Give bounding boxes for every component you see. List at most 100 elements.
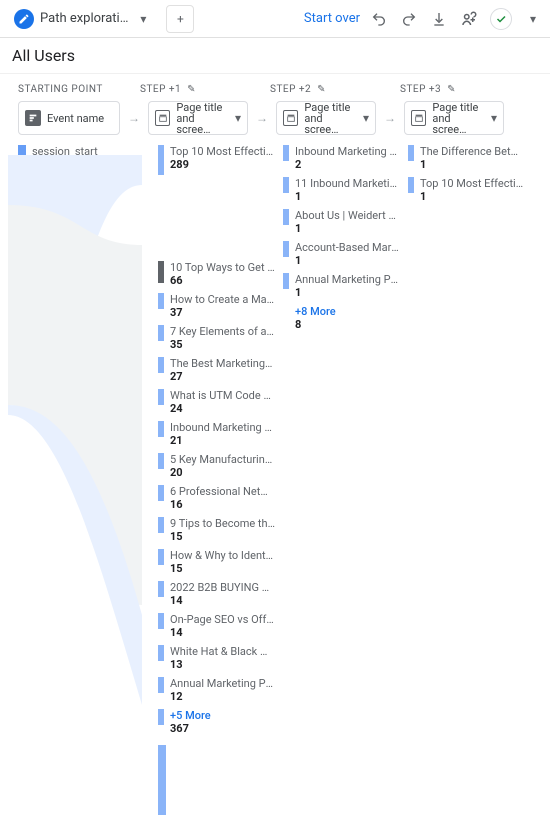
pencil-icon[interactable]: ✎ [317,84,326,95]
node-bar [158,645,164,661]
page-icon [283,110,298,126]
node-bar [158,261,164,283]
start-over-link[interactable]: Start over [304,11,360,26]
arrow-icon: → [120,111,148,125]
node-value: 35 [170,338,275,351]
pencil-icon[interactable]: ✎ [447,84,456,95]
tab-chip[interactable]: Path explorati… ▾ [8,5,158,33]
add-tab-button[interactable]: + [166,5,194,33]
node-bar [283,209,289,225]
path-node[interactable]: The Best Marketing Bu…27 [158,357,283,383]
status-check-icon[interactable] [490,8,512,30]
node-bar [158,485,164,501]
node-label: On-Page SEO vs Off-P… [170,613,275,626]
node-label: How & Why to Identify … [170,549,275,562]
path-node[interactable]: 9 Tips to Become the …15 [158,517,283,543]
path-node[interactable]: How & Why to Identify …15 [158,549,283,575]
node-label: The Difference Betwee… [420,145,525,158]
node-value: 1 [420,190,525,203]
node-label: session_start [32,145,98,158]
undo-icon[interactable] [370,10,388,28]
header-step-1[interactable]: STEP +1 ✎ [140,84,270,95]
path-node[interactable]: 10 Top Ways to Get M…66 [158,261,283,287]
node-label: 7 Key Elements of a Q… [170,325,275,338]
pencil-icon[interactable]: ✎ [187,84,196,95]
node-value: 14 [170,626,275,639]
edit-icon [14,9,34,29]
columns-header: STARTING POINT STEP +1 ✎ STEP +2 ✎ STEP … [0,74,550,101]
node-value: 367 [170,722,211,735]
node-label: Annual Marketing Plan … [295,273,400,286]
page-icon [411,110,426,126]
node-value: 21 [170,434,275,447]
path-node[interactable]: White Hat & Black Hat …13 [158,645,283,671]
path-node[interactable]: The Difference Betwee…1 [408,145,533,171]
header-step-3[interactable]: STEP +3 ✎ [400,84,530,95]
tab-title: Path explorati… [40,11,128,26]
node-bar [158,389,164,405]
path-node[interactable]: Account-Based Market…1 [283,241,408,267]
node-bar [283,145,289,161]
node-label: Account-Based Market… [295,241,400,254]
chevron-down-icon: ▾ [363,111,369,125]
more-link[interactable]: +8 More [295,305,336,318]
more-link[interactable]: +5 More [170,709,211,722]
node-bar [158,613,164,629]
path-node[interactable]: How to Create a Mark…37 [158,293,283,319]
status-chevron-icon[interactable]: ▾ [524,12,542,26]
node-value: 1 [295,190,400,203]
segment-title: All Users [0,38,550,74]
node-bar [158,709,164,725]
chevron-down-icon[interactable]: ▾ [134,12,152,26]
path-node[interactable]: Top 10 Most Effective …289 [158,145,283,175]
node-label: About Us | Weidert Gro… [295,209,400,222]
more-node[interactable]: +5 More367 [158,709,283,735]
step-selectors: Event name → Page titleand scree… ▾ → Pa… [0,101,550,145]
node-value: 20 [170,466,275,479]
path-node[interactable]: Annual Marketing Plan …1 [283,273,408,299]
node-value: 289 [170,158,275,171]
node-value: 2 [295,158,400,171]
node-bar [283,273,289,289]
node-label: Annual Marketing Plan … [170,677,275,690]
share-icon[interactable] [460,10,478,28]
selector-label: Page titleand scree… [304,102,357,135]
path-node[interactable]: 2022 B2B BUYING BE…14 [158,581,283,607]
path-node[interactable]: 6 Professional Networ…16 [158,485,283,511]
path-node[interactable]: Annual Marketing Plan …12 [158,677,283,703]
selector-step-2[interactable]: Page titleand scree… ▾ [276,101,376,135]
more-node[interactable]: +8 More8 [283,305,408,331]
sankey-body: session_start 985 Top 10 Most Effective … [0,145,550,815]
node-value: 985 [32,158,98,171]
selector-step-3[interactable]: Page titleand scree… ▾ [404,101,504,135]
node-label: Top 10 Most Effective … [170,145,275,158]
node-label: 10 Top Ways to Get M… [170,261,275,274]
event-icon [25,110,41,126]
header-step-2[interactable]: STEP +2 ✎ [270,84,400,95]
node-label: 5 Key Manufacturing C… [170,453,275,466]
node-value: 1 [295,222,400,235]
path-node[interactable]: 11 Inbound Marketing …1 [283,177,408,203]
selector-step-1[interactable]: Page titleand scree… ▾ [148,101,248,135]
path-node[interactable]: What is UTM Code an…24 [158,389,283,415]
selector-starting-point[interactable]: Event name [18,101,120,135]
path-node[interactable]: 5 Key Manufacturing C…20 [158,453,283,479]
node-starting-point[interactable]: session_start 985 [18,145,158,405]
top-toolbar: Path explorati… ▾ + Start over ▾ [0,0,550,38]
path-node[interactable]: On-Page SEO vs Off-P…14 [158,613,283,639]
node-bar [158,421,164,437]
node-value: 1 [420,158,525,171]
path-node[interactable]: About Us | Weidert Gro…1 [283,209,408,235]
path-node[interactable]: Inbound Marketing for …2 [283,145,408,171]
node-bar [158,549,164,565]
page-icon [155,110,170,126]
node-value: 15 [170,562,275,575]
path-node[interactable]: 7 Key Elements of a Q…35 [158,325,283,351]
node-bar [18,145,26,405]
node-value: 12 [170,690,275,703]
path-node[interactable]: Top 10 Most Effective …1 [408,177,533,203]
redo-icon[interactable] [400,10,418,28]
node-label: White Hat & Black Hat … [170,645,275,658]
path-node[interactable]: Inbound Marketing for …21 [158,421,283,447]
download-icon[interactable] [430,10,448,28]
